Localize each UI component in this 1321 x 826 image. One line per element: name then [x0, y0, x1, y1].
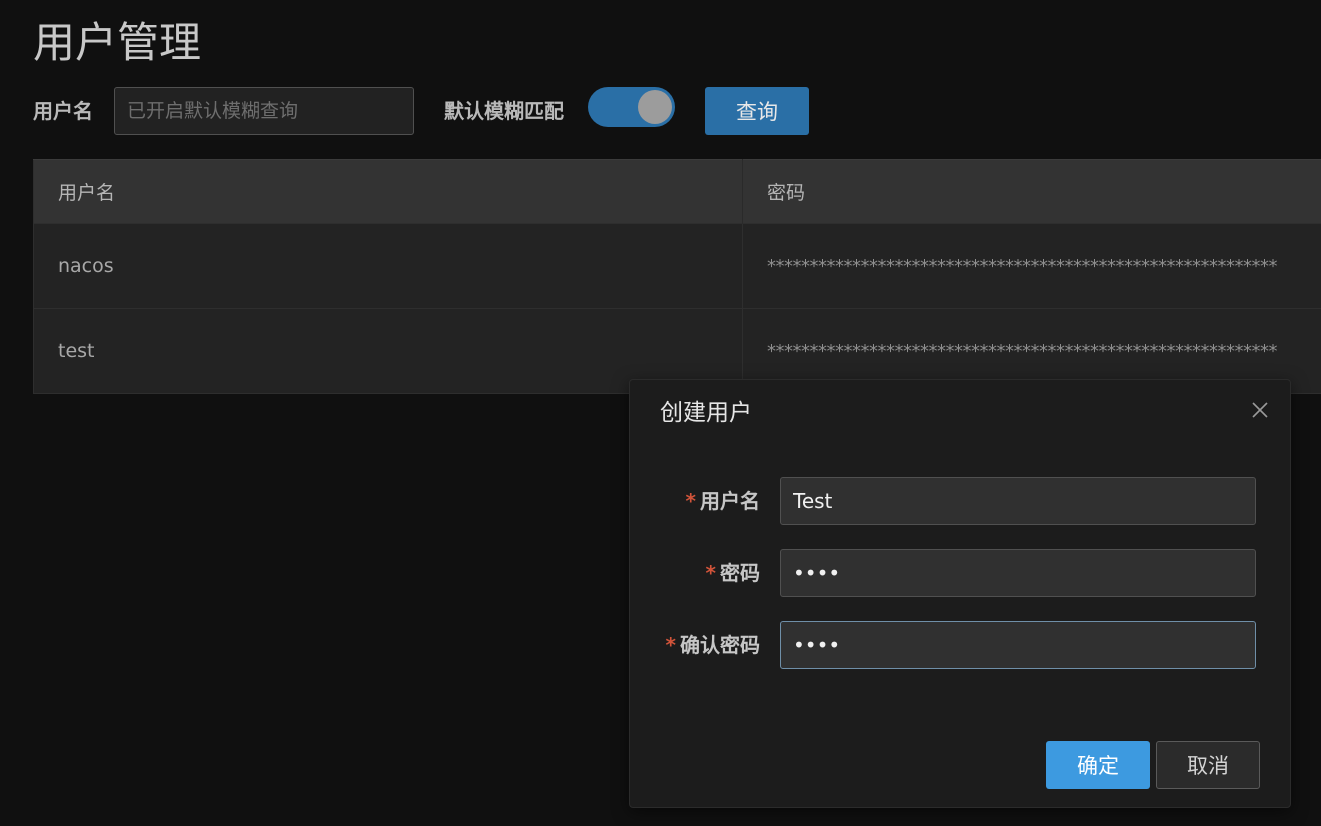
username-label-text: 用户名 — [700, 489, 760, 513]
username-search-input[interactable] — [114, 87, 414, 135]
form-row-password: * 密码 — [630, 549, 1290, 597]
password-field-label: * 密码 — [706, 549, 760, 597]
required-mark: * — [685, 489, 696, 513]
user-table: 用户名 密码 nacos ***************************… — [33, 159, 1321, 394]
username-field[interactable] — [780, 477, 1256, 525]
table-header-row: 用户名 密码 — [33, 159, 1321, 224]
required-mark: * — [705, 561, 716, 585]
toggle-knob — [638, 90, 672, 124]
fuzzy-match-label: 默认模糊匹配 — [444, 99, 564, 123]
fuzzy-match-toggle[interactable] — [588, 87, 675, 127]
create-user-dialog: 创建用户 *用户名 *密码 *确认密码 确定 取消 — [629, 379, 1291, 808]
dialog-title: 创建用户 — [660, 400, 752, 426]
confirm-password-label-text: 确认密码 — [680, 633, 760, 657]
password-label-text: 密码 — [720, 561, 760, 585]
column-header-password: 密码 — [742, 159, 1321, 224]
search-bar: 用户名 默认模糊匹配 查询 — [33, 87, 1321, 135]
required-mark: * — [665, 633, 676, 657]
query-button[interactable]: 查询 — [705, 87, 809, 135]
password-cell: ****************************************… — [742, 223, 1321, 309]
close-icon[interactable] — [1250, 400, 1270, 420]
confirm-password-field-label: * 确认密码 — [666, 621, 760, 669]
ok-button[interactable]: 确定 — [1046, 741, 1150, 789]
password-field[interactable] — [780, 549, 1256, 597]
cancel-button[interactable]: 取消 — [1156, 741, 1260, 789]
user-management-page: 用户管理 用户名 默认模糊匹配 查询 用户名 密码 nacos ********… — [0, 0, 1321, 826]
form-row-username: * 用户名 — [630, 477, 1290, 525]
form-row-confirm-password: * 确认密码 — [630, 621, 1290, 669]
page-title: 用户管理 — [33, 18, 202, 67]
username-search-label: 用户名 — [33, 99, 93, 123]
username-cell: nacos — [33, 223, 743, 309]
confirm-password-field[interactable] — [780, 621, 1256, 669]
username-field-label: * 用户名 — [686, 477, 760, 525]
column-header-username: 用户名 — [33, 159, 743, 224]
table-row[interactable]: nacos **********************************… — [33, 223, 1321, 309]
